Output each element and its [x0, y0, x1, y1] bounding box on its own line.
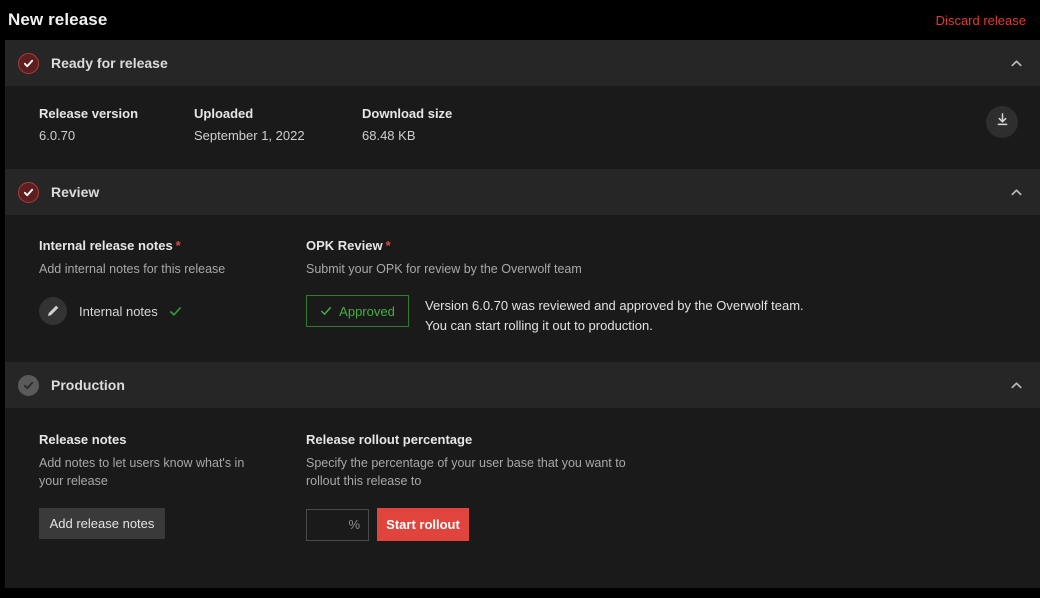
required-asterisk: * [385, 238, 391, 253]
rollout-controls: Start rollout [306, 508, 1024, 541]
internal-notes-label[interactable]: Internal notes [79, 304, 158, 319]
discard-release-link[interactable]: Discard release [936, 13, 1026, 28]
chevron-up-icon[interactable] [1008, 55, 1024, 71]
required-asterisk: * [175, 238, 181, 253]
start-rollout-button[interactable]: Start rollout [377, 508, 469, 541]
check-icon [169, 305, 182, 318]
opk-review-description: Submit your OPK for review by the Overwo… [306, 262, 582, 276]
release-rollout-block: Release rollout percentage Specify the p… [306, 432, 1024, 541]
section-body-production: Release notes Add notes to let users kno… [5, 408, 1040, 567]
field-label-uploaded: Uploaded [194, 106, 254, 121]
page-header: New release Discard release [0, 0, 1040, 40]
section-title-ready-for-release: Ready for release [51, 55, 168, 71]
check-circle-icon [18, 181, 39, 203]
field-value-release-version: 6.0.70 [39, 128, 76, 143]
release-notes-block: Release notes Add notes to let users kno… [39, 432, 306, 541]
opk-review-block: OPK Review * Submit your OPK for review b… [306, 238, 1024, 336]
section-title-review: Review [51, 184, 100, 200]
internal-release-notes-label-text: Internal release notes [39, 238, 173, 253]
release-notes-description: Add notes to let users know what's in yo… [39, 456, 245, 488]
opk-approved-row: Approved Version 6.0.70 was reviewed and… [306, 295, 1024, 336]
field-value-uploaded: September 1, 2022 [194, 128, 305, 143]
field-label-opk-review: OPK Review * [306, 238, 1024, 253]
opk-review-label-text: OPK Review [306, 238, 383, 253]
opk-approval-message: Version 6.0.70 was reviewed and approved… [425, 295, 804, 336]
opk-approval-message-line1: Version 6.0.70 was reviewed and approved… [425, 298, 804, 313]
opk-approval-message-line2: You can start rolling it out to producti… [425, 318, 653, 333]
section-body-ready-for-release: Release version 6.0.70 Uploaded Septembe… [5, 86, 1040, 169]
section-title-production: Production [51, 377, 125, 393]
add-release-notes-button[interactable]: Add release notes [39, 508, 165, 539]
chevron-up-icon[interactable] [1008, 377, 1024, 393]
page-title: New release [8, 10, 108, 29]
download-icon [995, 112, 1010, 132]
download-button[interactable] [986, 106, 1018, 138]
internal-release-notes-description: Add internal notes for this release [39, 262, 226, 276]
section-header-production[interactable]: Production [5, 362, 1040, 408]
field-release-version: Release version 6.0.70 [39, 106, 194, 143]
check-icon [320, 305, 332, 317]
check-circle-icon [18, 52, 39, 74]
field-download-size: Download size 68.48 KB [362, 106, 562, 143]
section-header-ready-for-release[interactable]: Ready for release [5, 40, 1040, 86]
internal-notes-row: Internal notes [39, 297, 306, 325]
internal-release-notes-block: Internal release notes * Add internal not… [39, 238, 306, 336]
check-circle-icon [18, 374, 39, 396]
field-label-release-rollout-percentage: Release rollout percentage [306, 432, 473, 447]
section-body-review: Internal release notes * Add internal not… [5, 215, 1040, 362]
field-value-download-size: 68.48 KB [362, 128, 416, 143]
status-badge-approved: Approved [306, 295, 409, 327]
field-uploaded: Uploaded September 1, 2022 [194, 106, 362, 143]
field-label-release-notes: Release notes [39, 432, 127, 447]
chevron-up-icon[interactable] [1008, 184, 1024, 200]
status-badge-label: Approved [339, 303, 395, 319]
field-label-internal-release-notes: Internal release notes * [39, 238, 306, 253]
field-label-release-version: Release version [39, 106, 139, 121]
release-rollout-description: Specify the percentage of your user base… [306, 456, 626, 488]
pencil-icon[interactable] [39, 297, 67, 325]
section-header-review[interactable]: Review [5, 169, 1040, 215]
field-label-download-size: Download size [362, 106, 453, 121]
rollout-percentage-input[interactable] [306, 508, 369, 541]
release-panel: Ready for release Release version 6.0.70… [5, 40, 1040, 588]
